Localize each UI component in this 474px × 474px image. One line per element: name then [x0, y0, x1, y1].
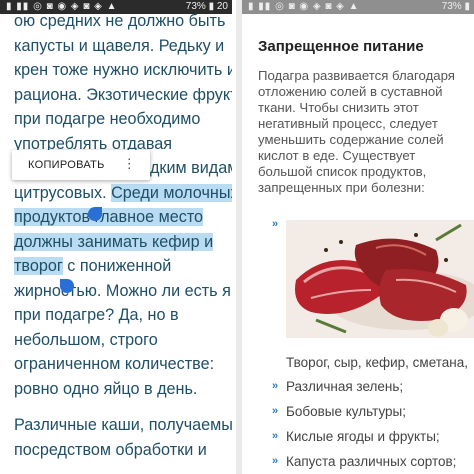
article-paragraph: Различные каши, получаемые посредством о… [14, 413, 232, 462]
article-line: ограниченном количестве: [14, 355, 215, 373]
bullet-icon: » [272, 380, 279, 392]
copy-button[interactable]: КОПИРОВАТЬ [28, 159, 105, 171]
intro-line: Подагра развивается благодаря [258, 68, 455, 83]
article-line[interactable]: творог с пониженной [14, 254, 232, 279]
article-line: ровно одно яйцо в день. [14, 379, 198, 398]
meat-photo [286, 220, 474, 338]
bullet-text: Кислые ягоды и фрукты; [286, 429, 440, 444]
intro-line: отложению солей в суставной [258, 84, 443, 99]
selected-text[interactable]: продуктов главное место [14, 208, 204, 226]
bullet-icon: » [272, 405, 279, 417]
bullet-icon: » [272, 218, 279, 230]
intro-line: ткани. Чтобы снизить этот [258, 100, 419, 115]
left-screenshot: ▮ ▮▮ ◎ ◙ ◉ ◈ ◙ ◈ ▲ 73% ▮ 20 ою средних н… [0, 0, 232, 474]
article-line: небольшом, строго [14, 330, 158, 349]
intro-line: кислот в еде. Существует [258, 148, 416, 163]
bullet-text: Капуста различных сортов; [286, 454, 457, 469]
bullet-icon: » [272, 430, 279, 442]
article-line: рациона. Экзотические фрукты [14, 85, 232, 104]
bullet-text: Творог, сыр, кефир, сметана, [286, 355, 469, 370]
meat-image [286, 220, 474, 338]
intro-line: негативный процесс, следует [258, 116, 438, 131]
section-title: Запрещенное питание [258, 38, 424, 55]
article-line[interactable]: должны занимать кефир и [14, 230, 232, 255]
article-body: ою средних не должно быть капусты и щаве… [14, 9, 232, 462]
article-line: крен тоже нужно исключить из [14, 61, 232, 79]
intro-line: запрещенных при болезни: [258, 180, 425, 195]
intro-line: большой список продуктов, [258, 164, 427, 179]
article-line[interactable]: продуктов главное место [14, 205, 232, 230]
article-line: капусты и щавеля. Редьку и [14, 36, 225, 55]
article-line[interactable]: цитрусовых. Среди молочных [14, 181, 232, 206]
article-line: жирностью. Можно ли есть яйца [14, 281, 232, 300]
selected-text[interactable]: должны занимать кефир и [14, 232, 214, 251]
battery-icon: ▮ [464, 1, 470, 12]
text-selection-menu: КОПИРОВАТЬ ⋮ [12, 150, 150, 180]
bullet-text: Различная зелень; [286, 379, 404, 394]
bullet-text: Бобовые культуры; [286, 404, 407, 419]
plain-text: с пониженной [67, 257, 172, 275]
article-line: при подагре необходимо [14, 110, 201, 128]
intro-line: уменьшить содержание солей [258, 132, 444, 147]
selection-start-handle[interactable] [88, 207, 102, 221]
right-screenshot: ▮ ▮▮ ◎ ◙ ◉ ◈ ◙ ◈ ▲ 73% ▮ Запрещенное пит… [242, 0, 474, 474]
more-options-icon[interactable]: ⋮ [123, 156, 136, 172]
plain-text: цитрусовых. [14, 183, 107, 202]
intro-paragraph: Подагра развивается благодаря отложению … [258, 68, 474, 196]
status-right: 73% ▮ [442, 0, 470, 14]
selected-text[interactable]: творог [14, 257, 63, 275]
battery-level: 73% [441, 1, 462, 12]
selected-text[interactable]: Среди молочных [111, 183, 232, 202]
article-line: ою средних не должно быть [14, 12, 226, 30]
status-bar: ▮ ▮▮ ◎ ◙ ◉ ◈ ◙ ◈ ▲ 73% ▮ [242, 0, 474, 14]
article-line: при подагре? Да, но в [14, 306, 179, 324]
selection-end-handle[interactable] [60, 279, 74, 293]
article-line: посредством обработки и [14, 440, 207, 459]
article-line: Различные каши, получаемые [14, 416, 232, 434]
status-icons: ▮ ▮▮ ◎ ◙ ◉ ◈ ◙ ◈ ▲ [248, 1, 360, 12]
bullet-icon: » [272, 455, 279, 467]
